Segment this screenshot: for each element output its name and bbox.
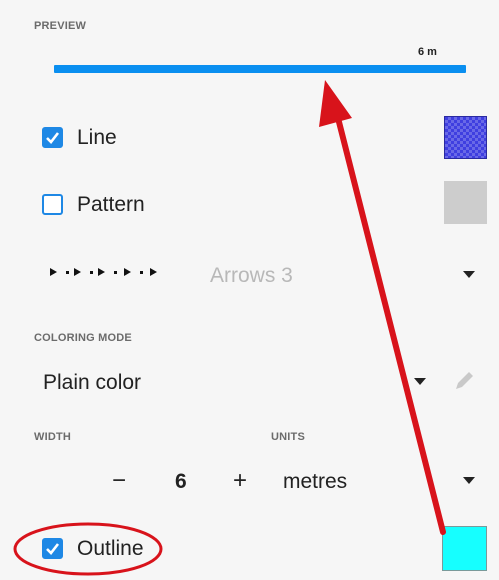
preview-section-label: PREVIEW xyxy=(34,20,87,32)
width-decrement-button[interactable]: − xyxy=(112,467,126,495)
line-label: Line xyxy=(77,126,117,149)
preview-line xyxy=(54,65,466,73)
width-increment-button[interactable]: + xyxy=(233,467,247,495)
pattern-label: Pattern xyxy=(77,193,145,216)
dot-icon xyxy=(114,271,117,274)
dot-icon xyxy=(66,271,69,274)
outline-checkbox[interactable] xyxy=(42,538,63,559)
dot-icon xyxy=(140,271,143,274)
line-color-swatch[interactable] xyxy=(444,116,487,159)
check-icon xyxy=(46,132,60,144)
arrow-icon xyxy=(150,268,157,276)
chevron-down-icon[interactable] xyxy=(463,477,475,484)
units-select-value[interactable]: metres xyxy=(283,470,347,494)
check-icon xyxy=(46,543,60,555)
coloring-mode-select-value[interactable]: Plain color xyxy=(43,371,141,395)
outline-color-swatch[interactable] xyxy=(442,526,487,571)
chevron-down-icon[interactable] xyxy=(463,271,475,278)
outline-label: Outline xyxy=(77,537,144,560)
pattern-color-swatch[interactable] xyxy=(444,181,487,224)
preview-scale-label: 6 m xyxy=(418,46,437,58)
line-checkbox[interactable] xyxy=(42,127,63,148)
arrow-icon xyxy=(74,268,81,276)
pattern-checkbox[interactable] xyxy=(42,194,63,215)
chevron-down-icon[interactable] xyxy=(414,378,426,385)
dot-icon xyxy=(90,271,93,274)
width-value: 6 xyxy=(175,470,187,493)
units-section-label: UNITS xyxy=(271,431,305,443)
line-style-panel: PREVIEW 6 m Line Pattern Arrows 3 COLORI… xyxy=(0,0,499,580)
arrow-icon xyxy=(124,268,131,276)
width-section-label: WIDTH xyxy=(34,431,72,443)
arrow-icon xyxy=(50,268,57,276)
arrow-icon xyxy=(98,268,105,276)
arrows-select-value[interactable]: Arrows 3 xyxy=(210,264,293,288)
coloring-mode-section-label: COLORING MODE xyxy=(34,332,132,344)
pencil-icon[interactable] xyxy=(450,367,478,395)
